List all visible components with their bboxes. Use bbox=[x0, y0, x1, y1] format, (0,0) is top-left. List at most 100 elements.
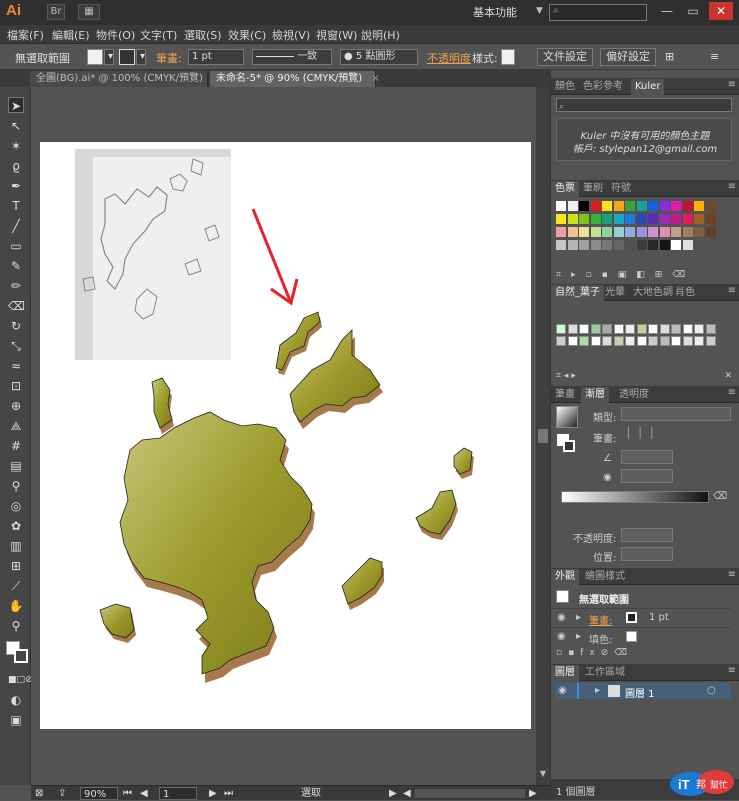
color-swatch[interactable] bbox=[682, 240, 693, 250]
layer-row[interactable]: ◉ ▸ 圖層 1 ○ bbox=[555, 683, 731, 700]
panel-menu-icon[interactable]: ≡ bbox=[710, 50, 719, 63]
delete-stop-icon[interactable]: ⌫ bbox=[713, 491, 727, 503]
artboard-nav-icon[interactable]: ⊠ bbox=[35, 787, 43, 800]
island-bottom-left[interactable] bbox=[99, 603, 136, 643]
pattern-swatch[interactable] bbox=[613, 336, 624, 346]
gradient-slider[interactable] bbox=[561, 491, 709, 503]
color-swatch[interactable] bbox=[705, 201, 716, 211]
kuler-search-input[interactable]: ⌕ bbox=[556, 98, 732, 112]
vertical-scrollbar[interactable]: ▼ bbox=[536, 87, 550, 785]
color-swatch[interactable] bbox=[671, 201, 681, 211]
color-swatch[interactable] bbox=[556, 227, 566, 237]
rectangle-tool-icon[interactable]: ▭ bbox=[8, 238, 24, 254]
tab-graphic-styles[interactable]: 繪圖樣式 bbox=[581, 569, 629, 585]
gradient-opacity-field[interactable] bbox=[621, 528, 673, 542]
symbol-sprayer-icon[interactable]: ✿ bbox=[8, 518, 24, 534]
pattern-swatch[interactable] bbox=[602, 336, 612, 346]
hand-tool-icon[interactable]: ✋ bbox=[8, 598, 24, 614]
gradient-type-dropdown[interactable] bbox=[621, 407, 731, 421]
tab-stroke[interactable]: 筆畫 bbox=[551, 387, 579, 403]
appearance-stroke-row[interactable]: ◉ ▸ 筆畫: 1 pt bbox=[551, 608, 731, 627]
pattern-swatch[interactable] bbox=[694, 324, 704, 334]
page-number-field[interactable]: 1 bbox=[159, 787, 197, 800]
color-swatch[interactable] bbox=[567, 214, 578, 224]
minimize-button[interactable]: — bbox=[655, 2, 679, 20]
color-swatch[interactable] bbox=[659, 201, 670, 211]
island-right-medium[interactable] bbox=[341, 557, 384, 610]
pattern-swatch[interactable] bbox=[556, 324, 566, 334]
expand-arrow-icon[interactable]: ▸ bbox=[576, 612, 581, 623]
pattern-swatch[interactable] bbox=[705, 336, 716, 346]
stroke-dropdown[interactable]: ▾ bbox=[136, 49, 146, 65]
pattern-swatch[interactable] bbox=[625, 336, 635, 346]
panel-menu-icon[interactable]: ≡ bbox=[728, 79, 736, 90]
pattern-swatch[interactable] bbox=[556, 336, 566, 346]
gradient-tool-icon[interactable]: ▤ bbox=[8, 458, 24, 474]
lasso-icon[interactable]: ϱ bbox=[8, 158, 24, 174]
scroll-right-icon[interactable]: ▶ bbox=[529, 787, 537, 800]
pen-tool-icon[interactable]: ✒ bbox=[8, 178, 24, 194]
next-page-icon[interactable]: ▶ bbox=[209, 787, 217, 800]
horizontal-scrollbar[interactable] bbox=[415, 789, 525, 798]
pattern-swatch[interactable] bbox=[567, 324, 578, 334]
tab-color-guide[interactable]: 色彩參考 bbox=[579, 79, 627, 95]
island-main[interactable] bbox=[119, 411, 315, 683]
blend-tool-icon[interactable]: ◎ bbox=[8, 498, 24, 514]
pattern-swatch[interactable] bbox=[659, 324, 670, 334]
fill-dropdown[interactable]: ▾ bbox=[104, 49, 114, 65]
stroke-profile-dropdown[interactable]: 一致 bbox=[252, 49, 332, 65]
tab-nature-leaves[interactable]: 自然_葉子 bbox=[551, 285, 604, 301]
scroll-left-icon[interactable]: ◀ bbox=[403, 787, 411, 800]
pattern-swatch[interactable] bbox=[579, 336, 589, 346]
pattern-swatch[interactable] bbox=[694, 336, 704, 346]
expand-arrow-icon[interactable]: ▸ bbox=[576, 631, 581, 642]
opacity-label[interactable]: 不透明度 bbox=[427, 50, 471, 66]
color-swatch[interactable] bbox=[602, 240, 612, 250]
screen-mode-icon[interactable]: ▣ bbox=[8, 712, 24, 728]
color-swatch[interactable] bbox=[636, 240, 647, 250]
color-swatch[interactable] bbox=[602, 227, 612, 237]
swatch-toolbar-icons[interactable]: ⌗▸▫▪▣◧⊞⌫ bbox=[556, 270, 732, 282]
zoom-tool-icon[interactable]: ⚲ bbox=[8, 618, 24, 634]
menu-select[interactable]: 選取(S) bbox=[184, 27, 222, 42]
color-swatch[interactable] bbox=[556, 201, 566, 211]
tab-earth-tones[interactable]: 大地色調 bbox=[629, 285, 677, 301]
panel-menu-icon[interactable]: ≡ bbox=[728, 387, 736, 398]
pattern-swatch[interactable] bbox=[682, 336, 693, 346]
island-east[interactable] bbox=[415, 489, 458, 540]
color-swatch[interactable] bbox=[556, 214, 566, 224]
color-swatch[interactable] bbox=[659, 214, 670, 224]
gradient-stroke-buttons[interactable]: ▕▕▕ bbox=[621, 428, 673, 442]
island-left-small[interactable] bbox=[151, 377, 174, 434]
color-swatch[interactable] bbox=[613, 227, 624, 237]
slice-tool-icon[interactable]: ⟋ bbox=[8, 578, 24, 594]
color-swatch[interactable] bbox=[590, 240, 601, 250]
menu-object[interactable]: 物件(O) bbox=[96, 27, 135, 42]
align-icon[interactable]: ⊞ bbox=[665, 50, 674, 63]
stroke-weight-field[interactable]: 1 pt bbox=[188, 49, 244, 65]
zoom-dropdown[interactable]: 90% bbox=[80, 787, 118, 800]
pattern-swatch[interactable] bbox=[590, 324, 601, 334]
visibility-eye-icon[interactable]: ◉ bbox=[558, 685, 567, 696]
perspective-grid-icon[interactable]: ⟁ bbox=[8, 418, 24, 434]
library-toolbar-icons[interactable]: ⌗ ◂ ▸ ✕ bbox=[556, 371, 732, 383]
color-swatch[interactable] bbox=[636, 214, 647, 224]
type-tool-icon[interactable]: T bbox=[8, 198, 24, 214]
tab-appearance[interactable]: 外觀 bbox=[551, 569, 579, 585]
tab-layers[interactable]: 圖層 bbox=[551, 665, 579, 681]
island-top-small[interactable] bbox=[275, 311, 322, 375]
color-mode-icons[interactable]: ■□⊘ bbox=[8, 672, 33, 688]
color-swatch[interactable] bbox=[579, 201, 589, 211]
panel-menu-icon[interactable]: ≡ bbox=[728, 569, 736, 580]
tab-glow[interactable]: 光暈 bbox=[601, 285, 629, 301]
color-swatch[interactable] bbox=[590, 227, 601, 237]
eraser-icon[interactable]: ⌫ bbox=[8, 298, 25, 314]
color-swatch[interactable] bbox=[636, 227, 647, 237]
eyedropper-icon[interactable]: ⚲ bbox=[8, 478, 24, 494]
stroke-swatch[interactable] bbox=[119, 49, 135, 65]
color-swatch[interactable] bbox=[579, 214, 589, 224]
status-arrow-icon[interactable]: ▶ bbox=[389, 787, 397, 800]
pencil-icon[interactable]: ✏ bbox=[8, 278, 24, 294]
rotate-tool-icon[interactable]: ↻ bbox=[8, 318, 24, 334]
color-swatch[interactable] bbox=[567, 201, 578, 211]
